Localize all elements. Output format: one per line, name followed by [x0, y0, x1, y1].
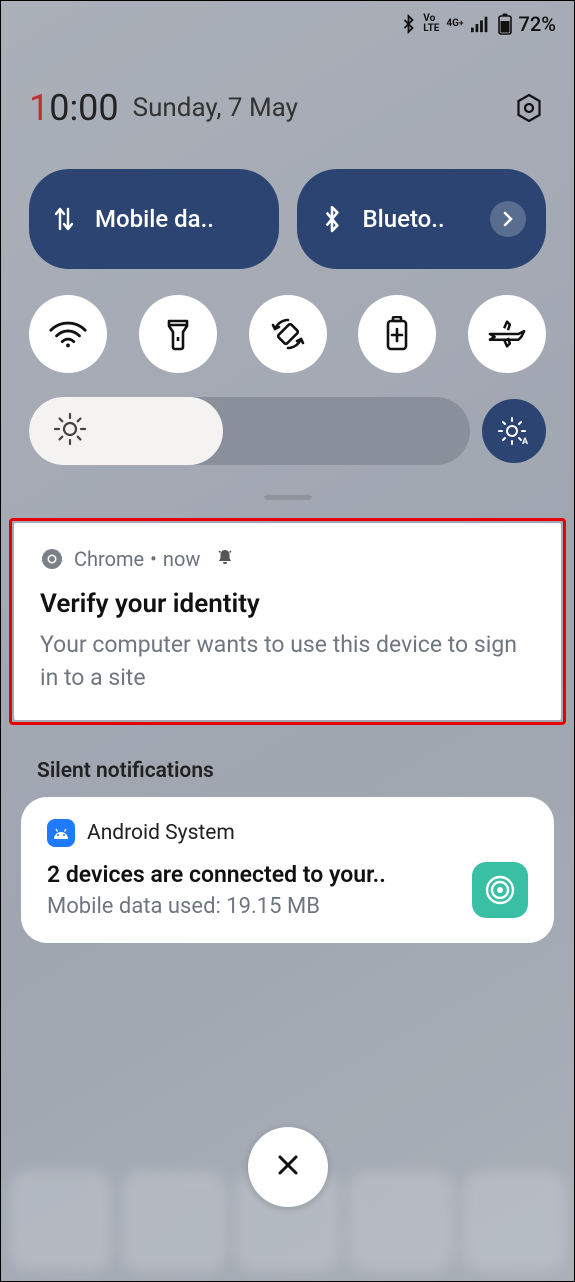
close-icon	[274, 1151, 302, 1183]
notification-header: Chrome • now	[40, 547, 535, 571]
notification-header: Android System	[47, 819, 528, 847]
notification-title: 2 devices are connected to your..	[47, 861, 458, 888]
svg-text:A: A	[522, 437, 529, 447]
signal-icon	[471, 15, 491, 33]
settings-icon[interactable]	[512, 91, 546, 125]
battery-percentage: 72%	[519, 12, 556, 36]
notification-title: Verify your identity	[40, 589, 535, 619]
notification-body: Your computer wants to use this device t…	[40, 629, 535, 694]
chevron-right-icon[interactable]	[490, 201, 526, 237]
auto-brightness-button[interactable]: A	[482, 399, 546, 463]
qs-wifi-button[interactable]	[29, 295, 107, 373]
qs-circles-row	[1, 281, 574, 383]
brightness-row: A	[1, 383, 574, 475]
bell-icon	[216, 547, 234, 571]
clock-time: 10:00	[29, 87, 119, 129]
bluetooth-icon	[317, 205, 347, 233]
notification-chrome[interactable]: Chrome • now Verify your identity Your c…	[14, 523, 561, 720]
qs-auto-rotate-button[interactable]	[249, 295, 327, 373]
chrome-icon	[40, 547, 64, 571]
silent-notifications-label: Silent notifications	[1, 725, 574, 797]
notification-time: now	[163, 547, 200, 571]
qs-tile-label: Blueto..	[363, 205, 475, 233]
qs-battery-saver-button[interactable]	[358, 295, 436, 373]
mobile-data-icon	[49, 205, 79, 233]
qs-bluetooth-tile[interactable]: Blueto..	[297, 169, 547, 269]
bluetooth-icon	[401, 14, 416, 34]
hotspot-icon	[472, 862, 528, 918]
clock-row: 10:00 Sunday, 7 May	[1, 47, 574, 147]
qs-mobile-data-tile[interactable]: Mobile da..	[29, 169, 279, 269]
qs-tile-label: Mobile da..	[95, 205, 259, 233]
notification-body: Mobile data used: 19.15 MB	[47, 894, 458, 919]
highlight-box: Chrome • now Verify your identity Your c…	[9, 518, 566, 725]
qs-pills-row: Mobile da.. Blueto..	[1, 147, 574, 281]
qs-flashlight-button[interactable]	[139, 295, 217, 373]
network-4g-icon: 4G+	[446, 19, 463, 29]
sun-icon	[53, 412, 87, 450]
notification-app-name: Android System	[87, 821, 235, 845]
status-bar: VoLTE 4G+ 72%	[1, 1, 574, 47]
brightness-slider[interactable]	[29, 397, 470, 465]
qs-airplane-button[interactable]	[468, 295, 546, 373]
volte-icon: VoLTE	[423, 14, 439, 34]
android-icon	[47, 819, 75, 847]
drag-handle[interactable]	[264, 495, 312, 500]
notification-app-name: Chrome	[74, 547, 144, 571]
battery-icon	[498, 13, 512, 35]
clear-all-button[interactable]	[248, 1127, 328, 1207]
clock-date: Sunday, 7 May	[133, 93, 512, 123]
notification-android-system[interactable]: Android System 2 devices are connected t…	[21, 797, 554, 943]
